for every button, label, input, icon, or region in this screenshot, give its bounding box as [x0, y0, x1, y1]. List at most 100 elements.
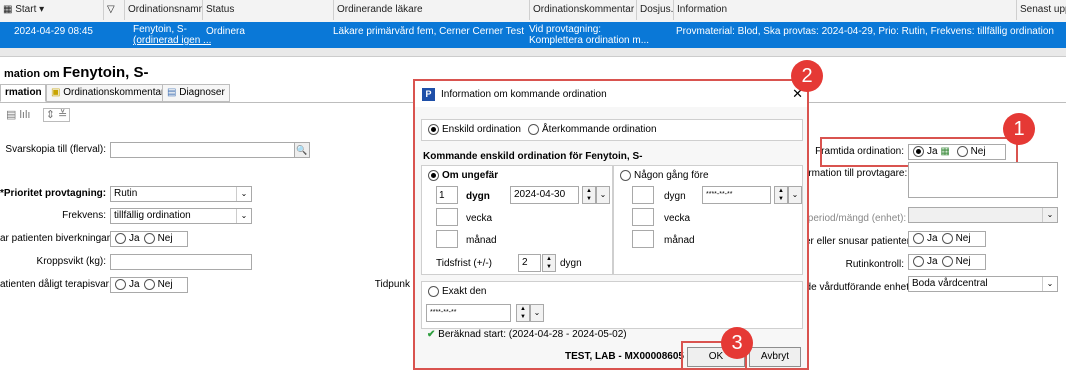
info-provtagare-textarea[interactable]: [908, 162, 1058, 198]
tab-diagnoser[interactable]: ▤ Diagnoser: [162, 84, 230, 102]
svarskopia-input[interactable]: [110, 142, 295, 158]
calendar-icon: ▦: [3, 4, 13, 15]
rutinkontroll-nej-radio[interactable]: [941, 255, 953, 267]
terapisvar-label: atienten dåligt terapisvar:: [0, 279, 112, 290]
expand-icon[interactable]: ⇕ ≚: [42, 108, 71, 122]
exakt-date-input[interactable]: ****-**-**: [426, 304, 511, 322]
tidpunkt-label: Tidpunk: [374, 279, 410, 290]
vecka-input[interactable]: [436, 208, 458, 226]
nagon-gang-radio[interactable]: Någon gång före: [616, 170, 709, 181]
manad-input[interactable]: [436, 230, 458, 248]
kroppsvikt-label: Kroppsvikt (kg):: [36, 256, 106, 267]
step-badge-3: 3: [721, 327, 753, 359]
column-comment[interactable]: Ordinationskommentar: [529, 0, 637, 20]
tab-ordinationskommentar[interactable]: ▣ Ordinationskommentar: [46, 84, 170, 102]
chevron-down-icon[interactable]: ⌄: [596, 186, 610, 204]
tab-information[interactable]: rmation: [0, 84, 46, 102]
dialog-titlebar[interactable]: P Information om kommande ordination ✕: [415, 81, 807, 107]
tidsfrist-spinner[interactable]: ▲ ▼: [542, 254, 556, 272]
enskild-radio[interactable]: Enskild ordination: [424, 124, 521, 135]
snusar-label: ker eller snusar patienten:: [800, 236, 916, 247]
fore-dygn-input[interactable]: [632, 186, 654, 204]
fore-date-input[interactable]: ****-**-**: [702, 186, 771, 204]
rutinkontroll-label: Rutinkontroll:: [845, 259, 904, 270]
ordination-type-group: Enskild ordination Återkommande ordinati…: [421, 119, 803, 141]
vecka-label: vecka: [466, 213, 493, 224]
column-doctor[interactable]: Ordinerande läkare: [333, 0, 530, 20]
date-spinner[interactable]: ▲ ▼: [582, 186, 596, 204]
terapisvar-nej-radio[interactable]: [143, 278, 155, 290]
column-last-updated[interactable]: Senast upp: [1016, 0, 1066, 20]
sort-dropdown-icon: ▾: [39, 4, 45, 15]
column-dosage[interactable]: Dosjus...: [636, 0, 674, 20]
rutinkontroll-radio-group: Ja Nej: [908, 254, 986, 270]
column-name[interactable]: Ordinationsnamn: [124, 0, 203, 20]
chevron-down-icon[interactable]: ⌄: [788, 186, 802, 204]
column-info[interactable]: Information: [673, 0, 1017, 20]
column-start[interactable]: ▦ Start ▾: [0, 0, 103, 20]
rutinkontroll-ja-radio[interactable]: [913, 255, 924, 267]
kroppsvikt-input[interactable]: [110, 254, 252, 270]
prioritet-select[interactable]: Rutin ⌄: [110, 186, 252, 202]
step-badge-1: 1: [1003, 113, 1035, 145]
dygn-input[interactable]: 1: [436, 186, 458, 204]
search-icon[interactable]: 🔍: [294, 142, 310, 158]
row-status: Ordinera: [206, 26, 245, 37]
exakt-den-panel: Exakt den ****-**-** ▲ ▼ ⌄: [421, 281, 803, 329]
svarskopia-label: Svarskopia till (flerval):: [5, 144, 106, 155]
chevron-down-icon: ⌄: [236, 209, 251, 223]
print-icon[interactable]: ▤: [6, 109, 16, 121]
fore-manad-label: månad: [664, 235, 695, 246]
kommande-ordination-dialog: P Information om kommande ordination ✕ E…: [413, 79, 809, 370]
exakt-date-spinner[interactable]: ▲ ▼: [516, 304, 530, 322]
biverkningar-nej-radio[interactable]: [143, 232, 155, 244]
date-input[interactable]: 2024-04-30: [510, 186, 579, 204]
terapisvar-radio-group: Ja Nej: [110, 277, 188, 293]
row-info: Provmaterial: Blod, Ska provtas: 2024-04…: [676, 26, 1054, 37]
document-icon: ▤: [167, 87, 177, 98]
fore-manad-input[interactable]: [632, 230, 654, 248]
terapisvar-ja-radio[interactable]: [115, 278, 126, 290]
vardenhet-label: nde vårdutförande enhet:: [800, 282, 912, 293]
dialog-title: Information om kommande ordination: [441, 89, 607, 100]
filter-icon[interactable]: ▽: [103, 0, 125, 20]
fore-dygn-label: dygn: [664, 191, 686, 202]
fore-date-spinner[interactable]: ▲ ▼: [774, 186, 788, 204]
column-status[interactable]: Status: [202, 0, 334, 20]
table-row-selected[interactable]: 2024-04-29 08:45 Fenytoin, S- (ordinerad …: [0, 22, 1066, 48]
aterkommande-radio[interactable]: Återkommande ordination: [524, 124, 657, 135]
order-list-header: ▦ Start ▾ ▽ Ordinationsnamn Status Ordin…: [0, 0, 1066, 23]
chevron-down-icon: ⌄: [1042, 208, 1057, 222]
dygn-label: dygn: [466, 191, 490, 202]
avbryt-button[interactable]: Avbryt: [749, 347, 801, 367]
snusar-ja-radio[interactable]: [913, 232, 924, 244]
dosperiod-select[interactable]: ⌄: [908, 207, 1058, 223]
snusar-nej-radio[interactable]: [941, 232, 953, 244]
biverkningar-ja-radio[interactable]: [115, 232, 126, 244]
tidsfrist-input[interactable]: 2: [518, 254, 541, 272]
row-doctor: Läkare primärvård fem, Cerner Cerner Tes…: [333, 26, 524, 37]
om-ungefar-radio[interactable]: Om ungefär: [424, 170, 498, 181]
user-label: TEST, LAB - MX00008605: [565, 351, 684, 362]
frekvens-select[interactable]: tillfällig ordination ⌄: [110, 208, 252, 224]
chevron-down-icon: ⌄: [1042, 277, 1057, 291]
toolbar: ▤ lılı ⇕ ≚: [6, 108, 71, 122]
tidsfrist-dygn-label: dygn: [560, 258, 582, 269]
list-splitter[interactable]: [0, 48, 1066, 57]
vardenhet-select[interactable]: Boda vårdcentral ⌄: [908, 276, 1058, 292]
exakt-den-radio[interactable]: Exakt den: [424, 286, 486, 297]
checkmark-icon: ✔: [427, 329, 436, 340]
comment-icon: ▣: [51, 87, 61, 98]
row-name: Fenytoin, S- (ordinerad igen ...: [133, 24, 212, 46]
chart-icon[interactable]: lılı: [19, 109, 30, 121]
biverkningar-radio-group: Ja Nej: [110, 231, 188, 247]
beraknad-start: ✔ Beräknad start: (2024-04-28 - 2024-05-…: [427, 329, 627, 340]
page-title: mation om Fenytoin, S-: [4, 64, 149, 81]
chevron-down-icon: ⌄: [236, 187, 251, 201]
tidsfrist-label: Tidsfrist (+/-): [436, 258, 493, 269]
fore-vecka-input[interactable]: [632, 208, 654, 226]
dosperiod-label: diperiod/mängd (enhet):: [800, 213, 907, 224]
manad-label: månad: [466, 235, 497, 246]
chevron-down-icon[interactable]: ⌄: [530, 304, 544, 322]
nagon-gang-panel: Någon gång före dygn ****-**-** ▲ ▼ ⌄ vec…: [613, 165, 803, 275]
